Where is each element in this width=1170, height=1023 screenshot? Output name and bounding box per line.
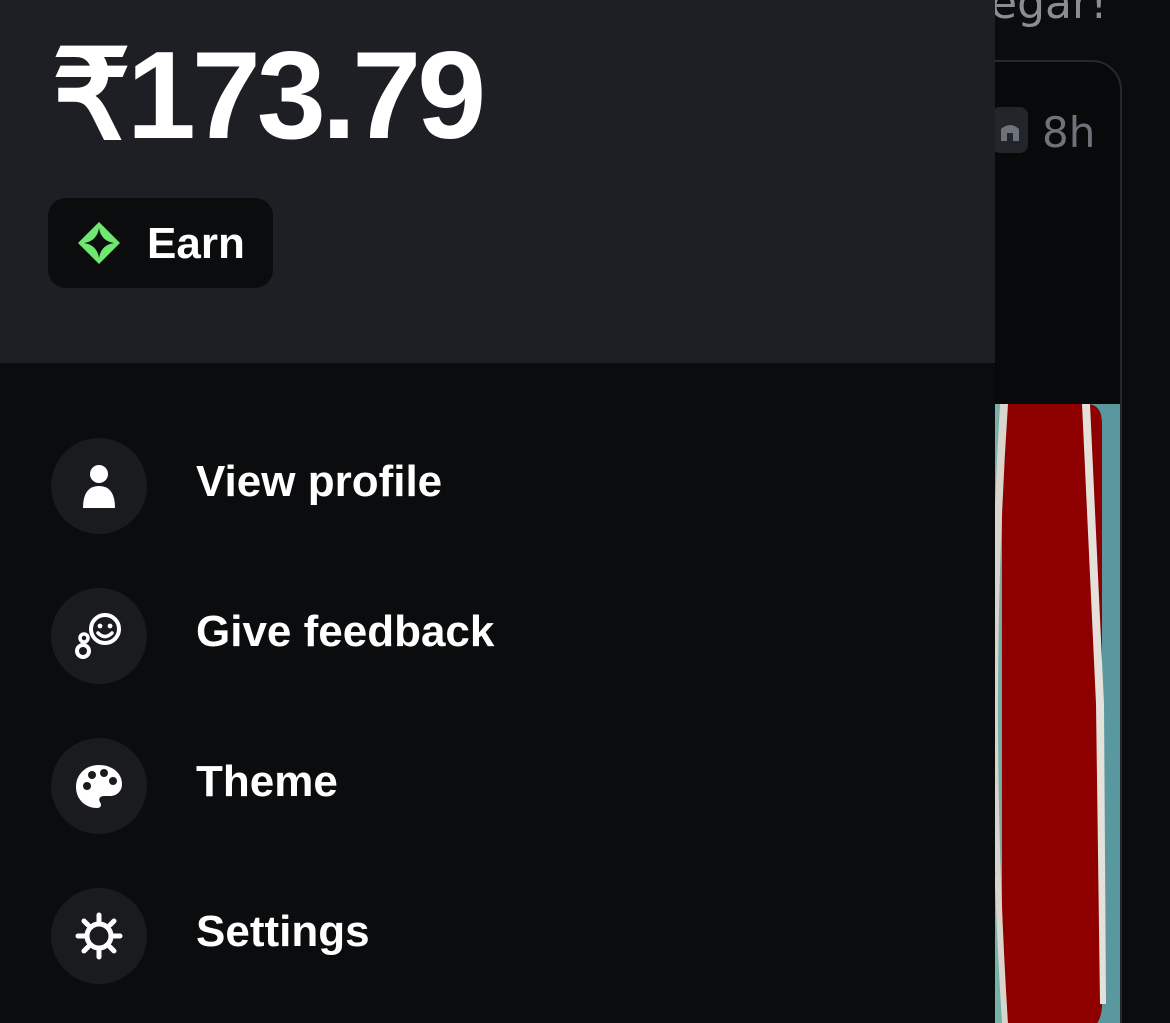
person-icon [51,438,147,534]
menu-item-settings[interactable]: Settings [0,881,995,991]
earn-label: Earn [147,219,245,268]
menu-item-label: View profile [196,457,443,506]
earn-button[interactable]: Earn [48,198,273,288]
menu-item-label: Settings [196,907,370,956]
post-time: 8h [1042,108,1096,157]
side-drawer: ₹173.79 Earn View profile Give feedback … [0,0,995,1023]
app-screen: egar! 8h ₹173.79 Earn View profile Give … [0,0,1170,1023]
gear-icon [51,888,147,984]
wallet-balance: ₹173.79 [52,27,486,165]
menu-item-theme[interactable]: Theme [0,731,995,841]
menu-item-label: Theme [196,757,338,806]
diamond-star-icon [78,222,120,264]
menu-item-label: Give feedback [196,607,495,656]
feedback-smiley-icon [51,588,147,684]
menu-item-give-feedback[interactable]: Give feedback [0,581,995,691]
community-icon [992,107,1028,153]
background-post-title: egar! [990,0,1108,29]
drawer-header: ₹173.79 Earn [0,0,995,363]
menu-item-view-profile[interactable]: View profile [0,431,995,541]
palette-icon [51,738,147,834]
